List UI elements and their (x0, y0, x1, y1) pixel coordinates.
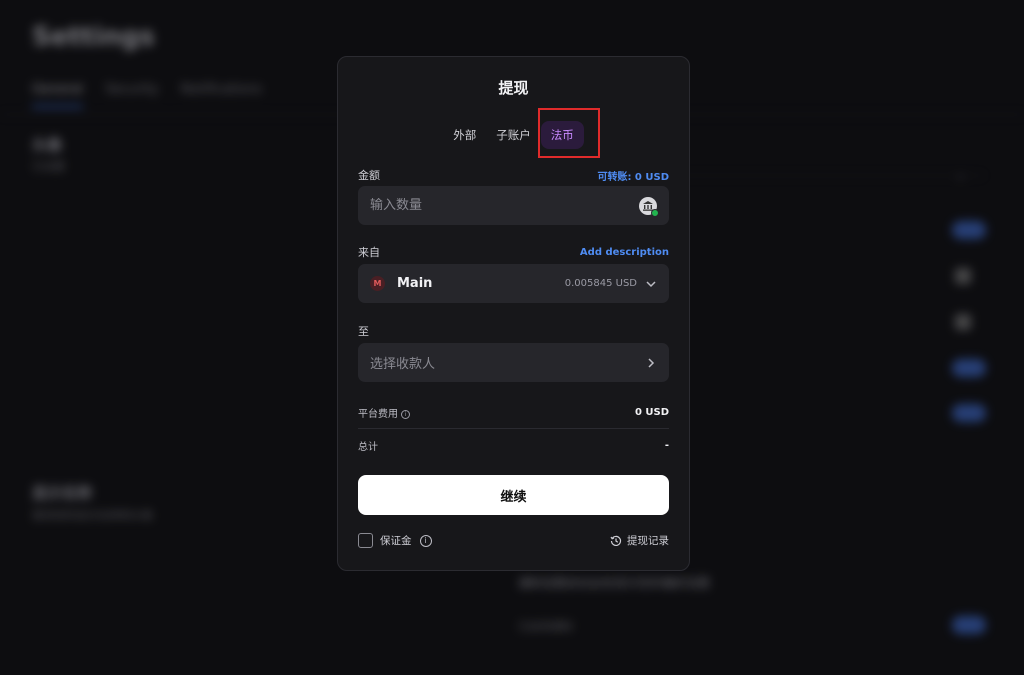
account-balance: 0.005845 USD (564, 278, 637, 289)
chevron-right-icon (648, 357, 655, 368)
history-label: 提现记录 (627, 535, 669, 547)
deposit-checkbox[interactable] (358, 533, 373, 548)
modal-footer: 保证金 i 提现记录 (358, 533, 669, 548)
tab-notifications[interactable]: Notifications (181, 82, 262, 108)
bank-icon[interactable] (639, 196, 659, 217)
section-subtitle: 已设置 (32, 160, 65, 173)
history-link[interactable]: 提现记录 (610, 533, 669, 548)
section3-text: 通知设置会在此处显示您的偏好设置 (518, 576, 711, 590)
divider (358, 428, 669, 429)
from-label: 来自 (358, 246, 380, 259)
from-label-row: 来自 Add description (358, 244, 669, 260)
continue-button[interactable]: 继续 (358, 475, 669, 515)
withdraw-modal: 提现 外部 子账户 法币 金额 可转账: 0 USD 来自 Add descri… (337, 56, 690, 571)
total-row: 总计 - (358, 438, 669, 453)
tab-external[interactable]: 外部 (443, 121, 486, 149)
info-icon[interactable]: i (401, 409, 410, 419)
total-label: 总计 (358, 442, 378, 453)
highlight-annotation (538, 108, 600, 158)
section2-title: 显示名称 (32, 484, 93, 502)
history-icon (610, 535, 622, 546)
section4-text: 已启用通知 (518, 620, 573, 633)
status-dot-icon (651, 208, 659, 217)
tab-general[interactable]: General (32, 82, 84, 108)
info-icon[interactable]: i (419, 534, 432, 547)
recipient-select[interactable]: 选择收款人 (358, 343, 669, 382)
amount-label: 金额 (358, 169, 380, 182)
checkbox[interactable] (955, 314, 971, 330)
to-label: 至 (358, 325, 369, 338)
fee-value: 0 USD (634, 407, 669, 418)
toggle-switch[interactable] (952, 404, 986, 422)
chevron-down-icon (646, 280, 656, 287)
recipient-placeholder: 选择收款人 (370, 357, 436, 372)
add-description-link[interactable]: Add description (580, 247, 669, 258)
tab-security[interactable]: Security (105, 82, 158, 108)
checkbox[interactable] (955, 268, 971, 284)
amount-field[interactable] (358, 186, 669, 225)
toggle-switch[interactable] (952, 359, 986, 377)
settings-tabs: General Security Notifications (32, 82, 262, 108)
fee-row: 平台费用 i 0 USD (358, 405, 669, 420)
page-title: Settings (32, 22, 155, 52)
deposit-label: 保证金 (380, 535, 412, 547)
toggle-switch[interactable] (952, 616, 986, 634)
total-value: - (664, 440, 669, 451)
tab-subaccount[interactable]: 子账户 (486, 121, 541, 149)
withdraw-type-tabs: 外部 子账户 法币 (338, 121, 689, 149)
section-title: 头像 (32, 136, 63, 154)
account-name: Main (397, 276, 433, 291)
account-avatar: M (370, 276, 385, 291)
toggle-switch[interactable] (952, 221, 986, 239)
from-account-select[interactable]: M Main 0.005845 USD (358, 264, 669, 303)
fee-label: 平台费用 (358, 409, 398, 420)
to-label-row: 至 (358, 323, 669, 339)
modal-title: 提现 (498, 79, 529, 97)
amount-label-row: 金额 可转账: 0 USD (358, 167, 669, 183)
amount-input[interactable] (370, 198, 639, 213)
transferable-amount[interactable]: 可转账: 0 USD (597, 168, 669, 183)
chevron-right-icon[interactable]: › (958, 170, 963, 184)
section2-subtitle: 更改您的显示名称和头像 (32, 509, 153, 522)
